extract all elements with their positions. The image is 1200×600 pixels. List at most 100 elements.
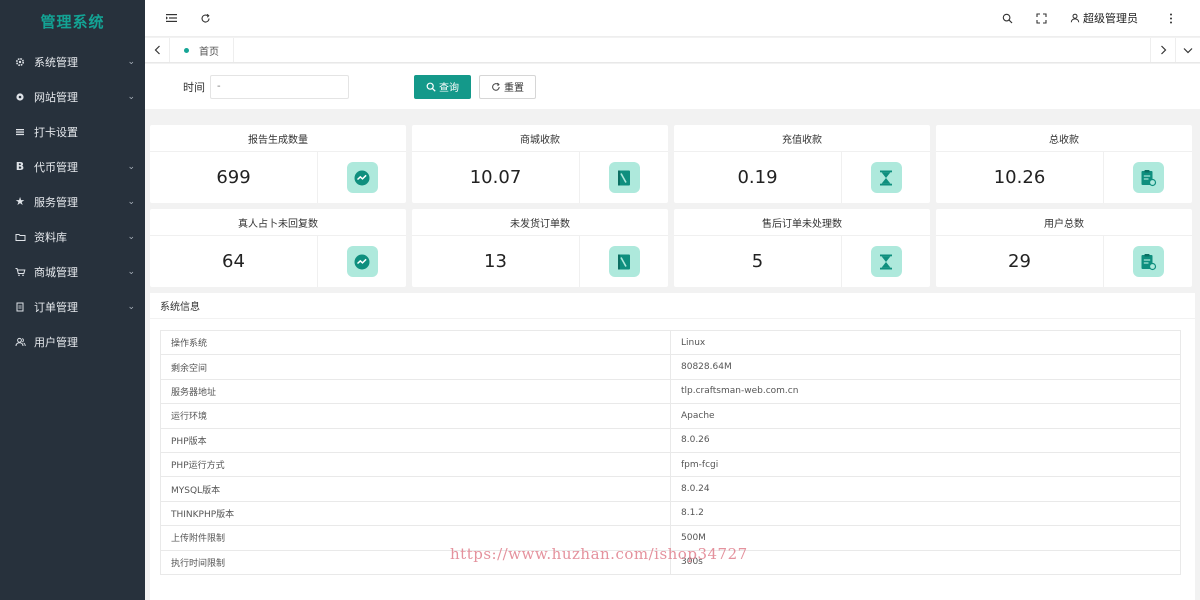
sidebar-item-label: 资料库 xyxy=(34,230,67,244)
system-info-table: 操作系统 Linux 剩余空间 80828.64M 服务器地址 tlp.craftsm… xyxy=(160,329,1181,575)
table-cell-key: MYSQL版本 xyxy=(160,476,671,502)
table-cell-key: THINKPHP版本 xyxy=(160,500,671,527)
system-info-title: 系统信息 xyxy=(150,293,1195,319)
sidebar-item-system[interactable]: 系统管理 ⌄ xyxy=(0,44,145,79)
more-vertical-icon[interactable] xyxy=(1154,0,1188,37)
sidebar-item-label: 订单管理 xyxy=(34,300,78,314)
book-icon xyxy=(608,246,640,277)
cart-icon xyxy=(12,267,28,277)
table-cell-value: tlp.craftsman-web.com.cn xyxy=(670,378,1181,405)
chevron-down-icon: ⌄ xyxy=(127,196,135,207)
users-icon xyxy=(12,337,28,347)
folder-icon xyxy=(12,232,28,242)
tab-scroll-right-icon[interactable] xyxy=(1150,38,1175,62)
stat-card-title: 未发货订单数 xyxy=(412,209,668,236)
stat-card-mall-revenue: 商城收款 10.07 xyxy=(412,125,668,203)
table-cell-key: 操作系统 xyxy=(160,329,671,356)
sidebar-item-label: 网站管理 xyxy=(34,90,78,104)
sidebar-item-orders[interactable]: 订单管理 ⌄ xyxy=(0,289,145,324)
book-icon xyxy=(608,162,640,193)
stat-card-value: 29 xyxy=(936,236,1104,287)
filter-bar: 时间 查询 重置 xyxy=(145,64,1200,109)
sidebar-item-website[interactable]: 网站管理 ⌄ xyxy=(0,79,145,114)
table-row: 上传附件限制 500M xyxy=(160,525,1181,551)
stat-card-value: 10.26 xyxy=(936,152,1104,203)
gear-icon xyxy=(12,57,28,67)
table-row: 操作系统 Linux xyxy=(160,329,1181,356)
stat-card-unshipped-orders: 未发货订单数 13 xyxy=(412,209,668,287)
clipboard-icon xyxy=(1132,246,1164,277)
sidebar-item-library[interactable]: 资料库 ⌄ xyxy=(0,219,145,254)
tab-home-label: 首页 xyxy=(199,46,219,58)
table-cell-value: 80828.64M xyxy=(670,354,1181,380)
stat-card-unreplied-readings: 真人占卜未回复数 64 xyxy=(150,209,406,287)
sidebar-item-label: 商城管理 xyxy=(34,265,78,279)
stat-card-recharge-revenue: 充值收款 0.19 xyxy=(674,125,930,203)
table-cell-value: 8.0.26 xyxy=(670,427,1181,453)
cog-icon xyxy=(12,92,28,102)
table-cell-value: Linux xyxy=(670,329,1181,356)
table-row: 服务器地址 tlp.craftsman-web.com.cn xyxy=(160,378,1181,405)
refresh-icon xyxy=(492,82,500,91)
stat-card-title: 总收款 xyxy=(936,125,1192,152)
clipboard-icon xyxy=(1132,162,1164,193)
table-cell-key: PHP版本 xyxy=(160,427,671,453)
search-icon[interactable] xyxy=(990,0,1024,37)
table-cell-value: 500M xyxy=(670,525,1181,551)
table-row: 执行时间限制 300s xyxy=(160,549,1181,575)
tabs-bar: 首页 xyxy=(145,38,1200,63)
stat-card-pending-aftersales: 售后订单未处理数 5 xyxy=(674,209,930,287)
stat-card-report-count: 报告生成数量 699 xyxy=(150,125,406,203)
app-logo-title: 管理系统 xyxy=(40,12,105,31)
query-button-label: 查询 xyxy=(439,83,459,94)
star-icon: ★ xyxy=(15,195,25,208)
table-cell-value: 8.0.24 xyxy=(670,476,1181,502)
sidebar-item-mall[interactable]: 商城管理 ⌄ xyxy=(0,254,145,289)
document-icon xyxy=(12,302,28,312)
chevron-down-icon: ⌄ xyxy=(127,266,135,277)
time-range-input[interactable] xyxy=(210,74,349,99)
table-row: THINKPHP版本 8.1.2 xyxy=(160,500,1181,527)
stat-card-value: 10.07 xyxy=(412,152,580,203)
refresh-icon[interactable] xyxy=(188,0,222,37)
table-cell-value: fpm-fcgi xyxy=(670,451,1181,478)
fullscreen-icon[interactable] xyxy=(1024,0,1058,37)
bold-b-icon: B xyxy=(15,160,25,173)
table-cell-key: PHP运行方式 xyxy=(160,451,671,478)
table-cell-key: 执行时间限制 xyxy=(160,549,671,575)
table-cell-key: 运行环境 xyxy=(160,403,671,429)
sidebar-item-label: 服务管理 xyxy=(34,195,78,209)
chevron-down-icon: ⌄ xyxy=(127,56,135,67)
top-header: 超级管理员 xyxy=(145,0,1200,37)
query-button[interactable]: 查询 xyxy=(414,74,471,99)
sidebar: 管理系统 系统管理 ⌄ 网站管理 ⌄ 打卡设置 B 代币管理 ⌄ ★ 服务管理 … xyxy=(0,0,145,600)
chevron-down-icon: ⌄ xyxy=(127,91,135,102)
user-name: 超级管理员 xyxy=(1083,12,1138,25)
reset-button[interactable]: 重置 xyxy=(479,74,536,99)
tab-scroll-left-icon[interactable] xyxy=(145,38,170,62)
sidebar-item-service[interactable]: ★ 服务管理 ⌄ xyxy=(0,184,145,219)
user-menu[interactable]: 超级管理员 xyxy=(1058,10,1154,26)
tab-home[interactable]: 首页 xyxy=(170,38,234,62)
stat-card-title: 充值收款 xyxy=(674,125,930,152)
tab-options-chevron-down-icon[interactable] xyxy=(1175,38,1200,62)
hourglass-icon xyxy=(870,162,902,193)
stat-card-value: 0.19 xyxy=(674,152,842,203)
sidebar-item-checkin[interactable]: 打卡设置 xyxy=(0,114,145,149)
chevron-down-icon: ⌄ xyxy=(127,301,135,312)
stat-card-total-revenue: 总收款 10.26 xyxy=(936,125,1192,203)
sidebar-nav: 系统管理 ⌄ 网站管理 ⌄ 打卡设置 B 代币管理 ⌄ ★ 服务管理 ⌄ 资料库… xyxy=(0,44,145,359)
sidebar-item-label: 用户管理 xyxy=(34,335,78,349)
stat-card-title: 商城收款 xyxy=(412,125,668,152)
stat-card-total-users: 用户总数 29 xyxy=(936,209,1192,287)
sidebar-item-users[interactable]: 用户管理 xyxy=(0,324,145,359)
trend-check-icon xyxy=(346,246,378,277)
table-cell-key: 服务器地址 xyxy=(160,378,671,405)
table-cell-value: 300s xyxy=(670,549,1181,575)
system-info-panel: 系统信息 操作系统 Linux 剩余空间 80828.64M 服务器地址 tlp.cr… xyxy=(150,293,1195,600)
menu-toggle-icon[interactable] xyxy=(154,0,188,37)
sidebar-item-token[interactable]: B 代币管理 ⌄ xyxy=(0,149,145,184)
chevron-down-icon: ⌄ xyxy=(127,161,135,172)
stat-card-value: 5 xyxy=(674,236,842,287)
stat-card-value: 699 xyxy=(150,152,318,203)
